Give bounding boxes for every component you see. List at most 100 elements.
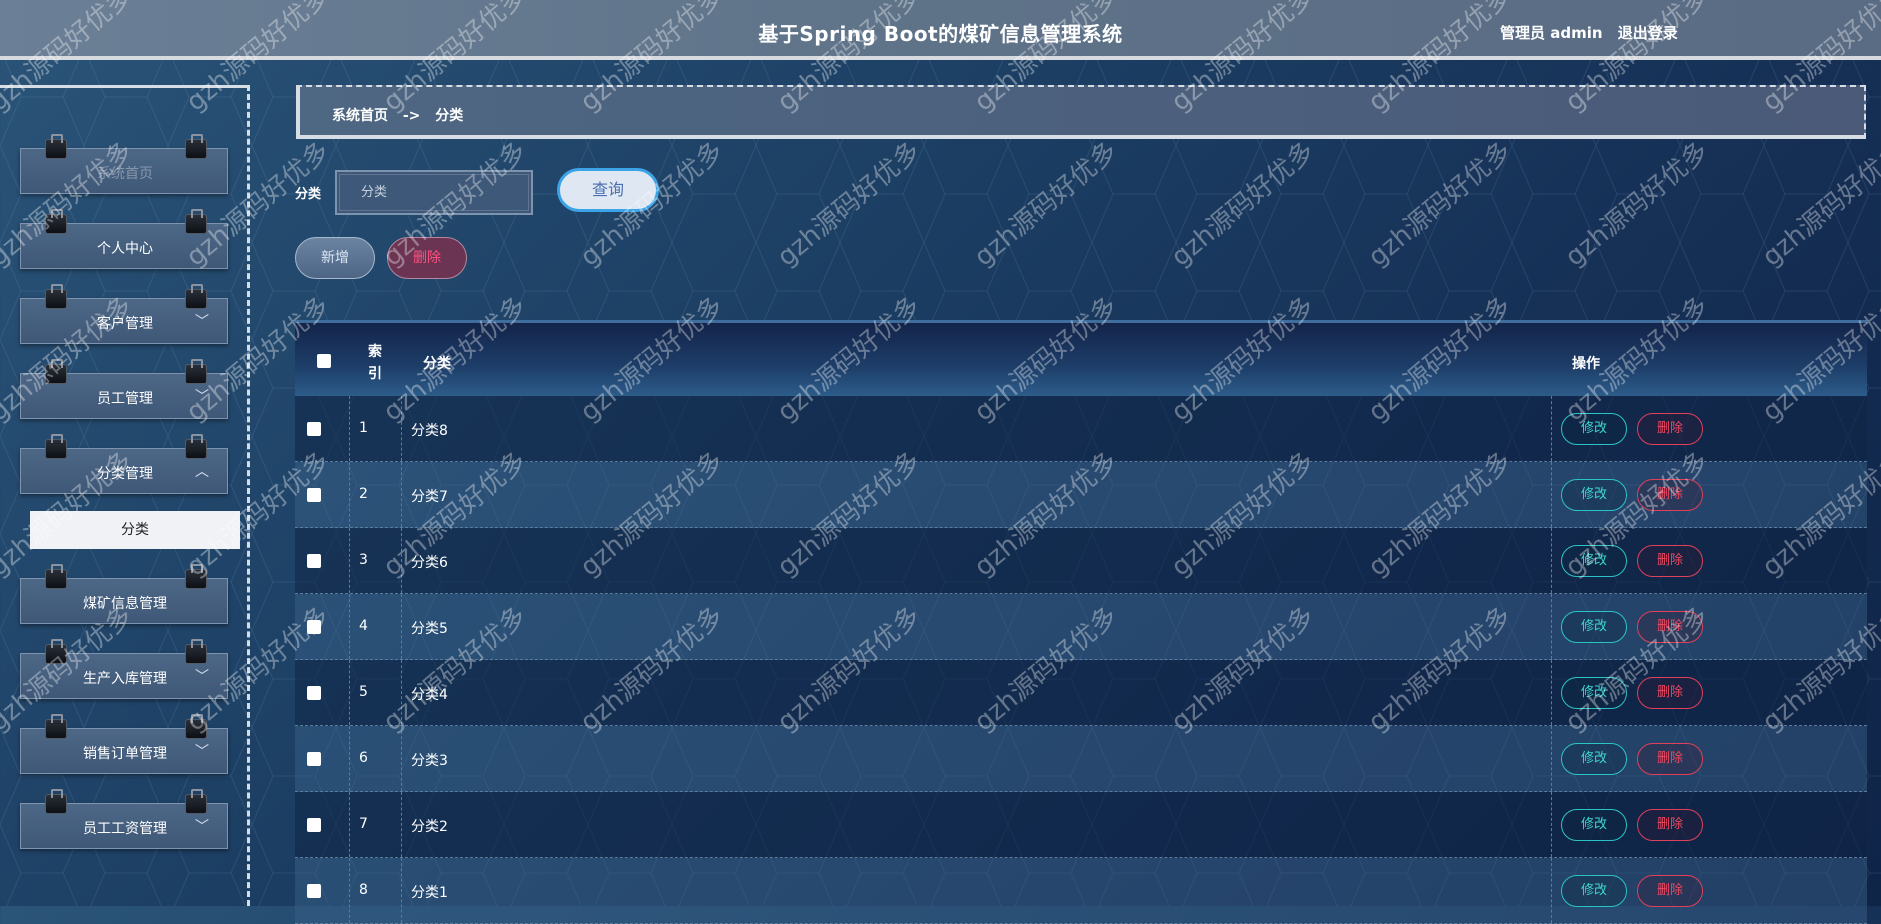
- admin-user-label: 管理员 admin: [1500, 24, 1603, 42]
- delete-button[interactable]: 删除: [1637, 611, 1703, 643]
- add-button[interactable]: 新增: [295, 237, 375, 279]
- watermark-text: gzh源码好优多: [771, 136, 927, 273]
- search-button[interactable]: 查询: [557, 168, 659, 212]
- sidebar-subitem-category[interactable]: 分类: [30, 511, 240, 549]
- row-checkbox[interactable]: [307, 422, 321, 436]
- binder-clip-icon: [185, 714, 207, 739]
- breadcrumb-current: 分类: [435, 108, 464, 124]
- breadcrumb-separator: ->: [402, 108, 421, 124]
- binder-clip-icon: [45, 789, 67, 814]
- edit-button[interactable]: 修改: [1561, 875, 1627, 907]
- cell-category: 分类6: [411, 555, 448, 571]
- cell-index: 8: [359, 882, 368, 898]
- edit-button[interactable]: 修改: [1561, 479, 1627, 511]
- binder-clip-icon: [185, 434, 207, 459]
- table-row: 3 分类6 修改 删除: [295, 528, 1867, 594]
- cell-index: 7: [359, 816, 368, 832]
- header-index: 索引: [368, 344, 382, 382]
- edit-button[interactable]: 修改: [1561, 743, 1627, 775]
- category-search-input[interactable]: [335, 170, 533, 215]
- column-divider: [349, 858, 350, 923]
- sidebar-item-coal-info-mgmt[interactable]: 煤矿信息管理: [20, 564, 228, 624]
- row-checkbox[interactable]: [307, 488, 321, 502]
- table-row: 1 分类8 修改 删除: [295, 396, 1867, 462]
- column-divider: [1551, 660, 1552, 725]
- header-operations: 操作: [1572, 356, 1600, 372]
- column-divider: [349, 792, 350, 857]
- cell-category: 分类2: [411, 819, 448, 835]
- edit-button[interactable]: 修改: [1561, 809, 1627, 841]
- row-checkbox[interactable]: [307, 884, 321, 898]
- table-row: 8 分类1 修改 删除: [295, 858, 1867, 924]
- cell-index: 3: [359, 552, 368, 568]
- watermark-text: gzh源码好优多: [1756, 136, 1881, 273]
- column-divider: [401, 462, 402, 527]
- column-divider: [401, 594, 402, 659]
- user-box: 管理员 admin 退出登录: [1500, 22, 1688, 43]
- cell-category: 分类7: [411, 489, 448, 505]
- cell-index: 6: [359, 750, 368, 766]
- row-checkbox[interactable]: [307, 620, 321, 634]
- column-divider: [1551, 528, 1552, 593]
- edit-button[interactable]: 修改: [1561, 611, 1627, 643]
- select-all-checkbox[interactable]: [317, 354, 331, 368]
- breadcrumb: 系统首页 -> 分类: [296, 85, 1866, 139]
- binder-clip-icon: [45, 639, 67, 664]
- table-row: 7 分类2 修改 删除: [295, 792, 1867, 858]
- binder-clip-icon: [185, 564, 207, 589]
- edit-button[interactable]: 修改: [1561, 545, 1627, 577]
- watermark-text: gzh源码好优多: [968, 136, 1124, 273]
- sidebar-item-customer-mgmt[interactable]: 客户管理 ﹀: [20, 284, 228, 344]
- watermark-text: gzh源码好优多: [1559, 136, 1715, 273]
- sidebar-item-sales-order-mgmt[interactable]: 销售订单管理 ﹀: [20, 714, 228, 774]
- row-checkbox[interactable]: [307, 752, 321, 766]
- header-category: 分类: [423, 356, 451, 372]
- cell-index: 2: [359, 486, 368, 502]
- chevron-down-icon: ﹀: [195, 669, 209, 685]
- delete-button[interactable]: 删除: [1637, 875, 1703, 907]
- sidebar-item-home[interactable]: 系统首页: [20, 134, 228, 194]
- row-checkbox[interactable]: [307, 554, 321, 568]
- sidebar-item-label: 煤矿信息管理: [83, 596, 167, 612]
- delete-button[interactable]: 删除: [1637, 743, 1703, 775]
- batch-delete-button[interactable]: 删除: [387, 237, 467, 279]
- binder-clip-icon: [185, 789, 207, 814]
- sidebar-item-production-mgmt[interactable]: 生产入库管理 ﹀: [20, 639, 228, 699]
- table-header: 索引 分类 操作: [295, 320, 1867, 396]
- binder-clip-icon: [185, 284, 207, 309]
- column-divider: [401, 726, 402, 791]
- delete-button[interactable]: 删除: [1637, 809, 1703, 841]
- sidebar-item-personal-center[interactable]: 个人中心: [20, 209, 228, 269]
- column-divider: [401, 396, 402, 461]
- sidebar-item-salary-mgmt[interactable]: 员工工资管理 ﹀: [20, 789, 228, 849]
- delete-button[interactable]: 删除: [1637, 677, 1703, 709]
- column-divider: [349, 660, 350, 725]
- binder-clip-icon: [45, 209, 67, 234]
- logout-link[interactable]: 退出登录: [1618, 24, 1678, 42]
- column-divider: [1551, 792, 1552, 857]
- row-checkbox[interactable]: [307, 686, 321, 700]
- delete-button[interactable]: 删除: [1637, 413, 1703, 445]
- breadcrumb-home-link[interactable]: 系统首页: [332, 108, 388, 124]
- binder-clip-icon: [185, 359, 207, 384]
- chevron-up-icon: ︿: [195, 464, 209, 480]
- row-checkbox[interactable]: [307, 818, 321, 832]
- binder-clip-icon: [185, 639, 207, 664]
- edit-button[interactable]: 修改: [1561, 677, 1627, 709]
- binder-clip-icon: [45, 434, 67, 459]
- cell-category: 分类8: [411, 423, 448, 439]
- sidebar-item-label: 系统首页: [97, 166, 153, 182]
- cell-category: 分类3: [411, 753, 448, 769]
- delete-button[interactable]: 删除: [1637, 545, 1703, 577]
- chevron-down-icon: ﹀: [195, 314, 209, 330]
- column-divider: [401, 858, 402, 923]
- sidebar-item-category-mgmt[interactable]: 分类管理 ︿: [20, 434, 228, 494]
- binder-clip-icon: [185, 209, 207, 234]
- column-divider: [1551, 726, 1552, 791]
- binder-clip-icon: [185, 134, 207, 159]
- sidebar-item-employee-mgmt[interactable]: 员工管理 ﹀: [20, 359, 228, 419]
- chevron-down-icon: ﹀: [195, 744, 209, 760]
- delete-button[interactable]: 删除: [1637, 479, 1703, 511]
- edit-button[interactable]: 修改: [1561, 413, 1627, 445]
- cell-index: 4: [359, 618, 368, 634]
